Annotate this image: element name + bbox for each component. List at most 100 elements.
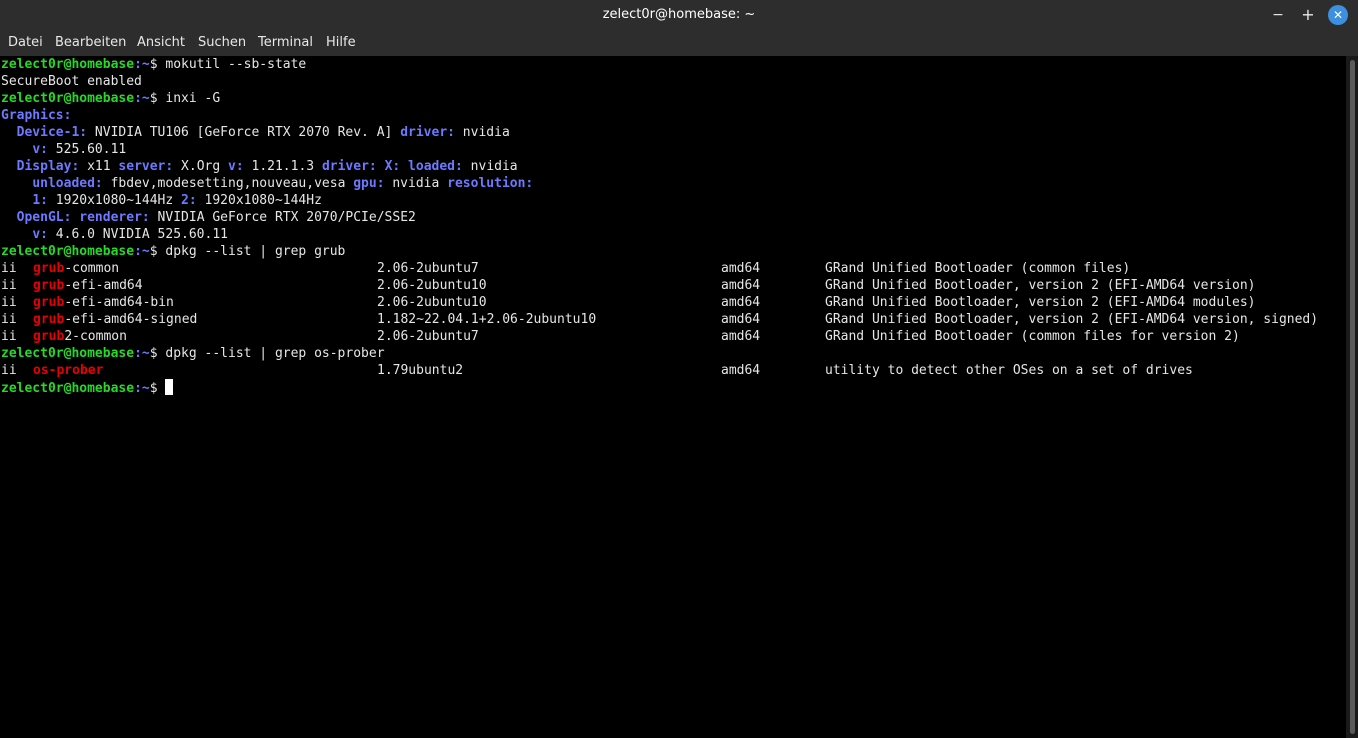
prompt-sign: $ [149, 91, 166, 106]
package-status: ii [1, 295, 17, 310]
maximize-icon[interactable]: + [1298, 5, 1318, 25]
prompt-path: :~ [134, 244, 150, 259]
window-titlebar[interactable]: zelect0r@homebase: ~ − + ✕ [0, 0, 1358, 30]
key: v: [228, 159, 244, 174]
output-line: OpenGL: renderer: NVIDIA GeForce RTX 207… [1, 209, 416, 226]
package-status: ii [1, 312, 17, 327]
prompt-path: :~ [134, 381, 150, 396]
package-status: ii [1, 261, 17, 276]
value: X.Org [173, 159, 229, 174]
key: v: [32, 142, 48, 157]
prompt-line[interactable]: zelect0r@homebase:~$ [1, 379, 174, 396]
package-version: 1.182~22.04.1+2.06-2ubuntu10 [377, 312, 597, 327]
grep-match: grub [33, 312, 65, 327]
menu-terminal[interactable]: Terminal [258, 30, 313, 56]
package-name-rest: -efi-amd64 [64, 278, 143, 293]
prompt-line: zelect0r@homebase:~$ dpkg --list | grep … [1, 243, 345, 260]
package-name-rest: -common [64, 261, 120, 276]
package-name: grub-efi-amd64-bin [33, 294, 174, 311]
package-name-rest: -efi-amd64-signed [64, 312, 198, 327]
output-line: Display: x11 server: X.Org v: 1.21.1.3 d… [1, 158, 518, 175]
menu-suchen[interactable]: Suchen [198, 30, 246, 56]
package-version: 2.06-2ubuntu7 [377, 329, 479, 344]
value: 1920x1080~144Hz [47, 193, 182, 208]
prompt-user: zelect0r@homebase [1, 244, 135, 259]
package-name: grub-efi-amd64 [33, 277, 143, 294]
package-desc: GRand Unified Bootloader, version 2 (EFI… [825, 295, 1256, 310]
prompt-sign: $ [149, 381, 166, 396]
output-line: unloaded: fbdev,modesetting,nouveau,vesa… [1, 175, 533, 192]
value: nvidia [462, 159, 518, 174]
command-text: dpkg --list | grep grub [165, 244, 346, 259]
package-desc: GRand Unified Bootloader, version 2 (EFI… [825, 312, 1319, 327]
key: driver: X: loaded: [321, 159, 463, 174]
menu-datei[interactable]: Datei [8, 30, 43, 56]
prompt-path: :~ [134, 346, 150, 361]
key: driver: [400, 125, 455, 140]
prompt-line: zelect0r@homebase:~$ inxi -G [1, 90, 220, 107]
key: 2: [181, 193, 197, 208]
package-row: ii grub-common 2.06-2ubuntu7 amd64 GRand… [1, 260, 1341, 277]
output-line: v: 525.60.11 [1, 141, 126, 158]
package-name: grub-common [33, 260, 119, 277]
value: 1920x1080~144Hz [196, 193, 322, 208]
value: x11 [79, 159, 119, 174]
key: v: [32, 227, 48, 242]
prompt-sign: $ [149, 57, 166, 72]
menu-bar: Datei Bearbeiten Ansicht Suchen Terminal… [0, 30, 1358, 56]
command-text: dpkg --list | grep os-prober [165, 346, 385, 361]
value: NVIDIA TU106 [GeForce RTX 2070 Rev. A] [87, 125, 401, 140]
prompt-path: :~ [134, 57, 150, 72]
package-version: 2.06-2ubuntu10 [377, 295, 487, 310]
key: Device-1: [16, 125, 88, 140]
key: 1: [32, 193, 48, 208]
package-version: 2.06-2ubuntu7 [377, 261, 479, 276]
package-status: ii [1, 329, 17, 344]
package-version: 2.06-2ubuntu10 [377, 278, 487, 293]
output-line: 1: 1920x1080~144Hz 2: 1920x1080~144Hz [1, 192, 322, 209]
menu-hilfe[interactable]: Hilfe [326, 30, 356, 56]
close-icon[interactable]: ✕ [1328, 5, 1348, 25]
output-line: v: 4.6.0 NVIDIA 525.60.11 [1, 226, 228, 243]
output-line: Graphics: [1, 107, 71, 124]
text-cursor [165, 379, 174, 395]
package-arch: amd64 [721, 261, 761, 276]
value: NVIDIA GeForce RTX 2070/PCIe/SSE2 [149, 210, 416, 225]
package-row: ii grub-efi-amd64 2.06-2ubuntu10 amd64 G… [1, 277, 1341, 294]
key: OpenGL: [16, 210, 72, 225]
key: unloaded: [32, 176, 103, 191]
terminal-output[interactable]: zelect0r@homebase:~$ mokutil --sb-state … [0, 56, 1346, 738]
prompt-sign: $ [149, 346, 166, 361]
package-row: ii grub-efi-amd64-signed 1.182~22.04.1+2… [1, 311, 1341, 328]
value: 525.60.11 [47, 142, 127, 157]
scrollbar[interactable] [1346, 56, 1358, 738]
key: gpu: [353, 176, 385, 191]
window-title: zelect0r@homebase: ~ [602, 7, 756, 22]
key: Display: [16, 159, 80, 174]
minimize-icon[interactable]: − [1268, 5, 1288, 25]
grep-match: grub [33, 261, 65, 276]
value: nvidia [384, 176, 448, 191]
key: renderer: [79, 210, 150, 225]
grep-match: grub [33, 295, 65, 310]
package-arch: amd64 [721, 363, 761, 378]
value: nvidia [454, 125, 510, 140]
menu-bearbeiten[interactable]: Bearbeiten [55, 30, 126, 56]
value: fbdev,modesetting,nouveau,vesa [102, 176, 354, 191]
key: resolution: [447, 176, 534, 191]
grep-match: os-prober [33, 363, 104, 378]
menu-ansicht[interactable]: Ansicht [137, 30, 185, 56]
package-arch: amd64 [721, 278, 761, 293]
prompt-user: zelect0r@homebase [1, 346, 135, 361]
package-desc: GRand Unified Bootloader (common files f… [825, 329, 1240, 344]
package-desc: utility to detect other OSes on a set of… [825, 363, 1193, 378]
value: 4.6.0 NVIDIA 525.60.11 [47, 227, 228, 242]
package-version: 1.79ubuntu2 [377, 363, 464, 378]
package-name: grub-efi-amd64-signed [33, 311, 197, 328]
package-status: ii [1, 363, 17, 378]
package-name: os-prober [33, 362, 103, 379]
package-desc: GRand Unified Bootloader, version 2 (EFI… [825, 278, 1256, 293]
prompt-line: zelect0r@homebase:~$ dpkg --list | grep … [1, 345, 385, 362]
output-line: SecureBoot enabled [1, 74, 142, 89]
scrollbar-thumb[interactable] [1350, 60, 1355, 734]
